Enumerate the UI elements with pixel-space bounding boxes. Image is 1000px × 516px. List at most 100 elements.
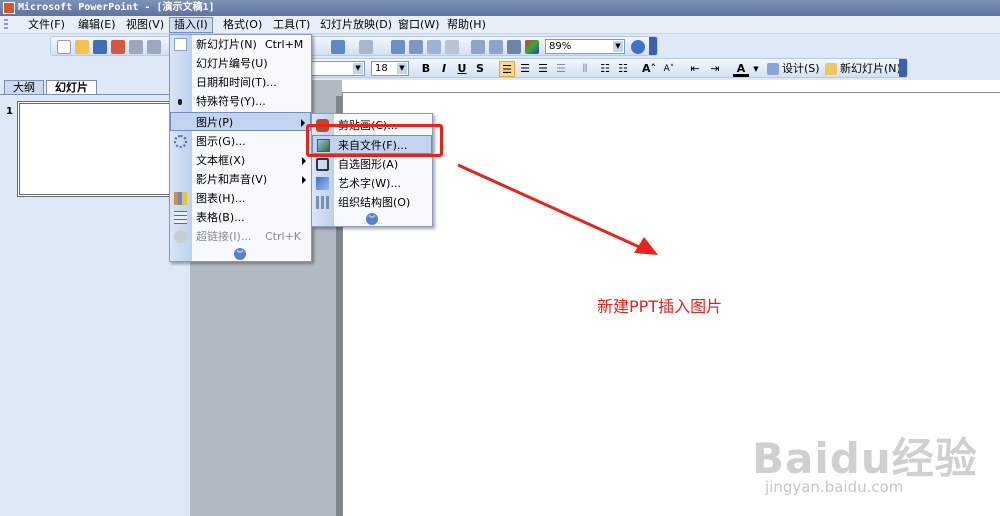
align-left-icon: ☰ (502, 63, 512, 76)
watermark-url: jingyan.baidu.com (765, 478, 904, 496)
decrease-font-button[interactable]: A˅ (661, 61, 677, 77)
shadow-button[interactable]: S (473, 61, 487, 77)
insert-menu: 新幻灯片(N) Ctrl+M 幻灯片编号(U) 日期和时间(T)... 特殊符号… (169, 34, 312, 262)
increase-indent-button[interactable]: ⇥ (707, 61, 723, 77)
menu-item-hyperlink[interactable]: 超链接(I)... Ctrl+K (170, 227, 311, 246)
permission-icon[interactable] (111, 40, 125, 54)
autoshape-icon (316, 158, 329, 171)
italic-button[interactable]: I (437, 61, 451, 77)
design-button[interactable]: 设计(S) (767, 61, 820, 77)
comma-icon (178, 99, 182, 105)
chevron-right-icon (302, 176, 306, 184)
toolbar-options-icon[interactable] (899, 59, 907, 77)
underline-button[interactable]: U (455, 61, 469, 77)
new-slide-button[interactable]: 新幻灯片(N) (825, 61, 901, 77)
watermark-logo: Baidu经验 (752, 434, 978, 483)
save-icon[interactable] (93, 40, 107, 54)
menubar-grip-icon[interactable] (4, 19, 8, 31)
menu-item-chart[interactable]: 图表(H)... (170, 189, 311, 208)
expand-all-icon[interactable] (471, 40, 485, 54)
font-name-select[interactable]: ▼ (311, 61, 365, 76)
menu-format[interactable]: 格式(O) (219, 17, 266, 33)
menu-item-picture[interactable]: 图片(P) (170, 112, 311, 131)
menu-slideshow[interactable]: 幻灯片放映(D) (316, 17, 396, 33)
chevron-right-icon (302, 157, 306, 165)
org-chart-icon (316, 196, 329, 209)
numbering-button[interactable]: ☷ (597, 61, 613, 77)
menu-file[interactable]: 文件(F) (24, 17, 69, 33)
menu-insert[interactable]: 插入(I) (169, 17, 213, 33)
menu-item-movies-sounds[interactable]: 影片和声音(V) (170, 170, 311, 189)
justify-button[interactable]: ☰ (553, 61, 569, 77)
tables-borders-icon[interactable] (427, 40, 441, 54)
decrease-indent-button[interactable]: ⇤ (687, 61, 703, 77)
menu-item-symbol[interactable]: 特殊符号(Y)... (170, 92, 311, 111)
menu-item-diagram[interactable]: 图示(G)... (170, 132, 311, 151)
menu-item-autoshapes[interactable]: 自选图形(A) (312, 155, 432, 174)
slide-number: 1 (6, 106, 13, 117)
open-folder-icon[interactable] (75, 40, 89, 54)
align-center-button[interactable]: ☰ (517, 61, 533, 77)
undo-icon[interactable] (331, 40, 345, 54)
color-grayscale-icon[interactable] (525, 40, 539, 54)
design-icon (767, 63, 779, 75)
tab-slides[interactable]: 幻灯片 (46, 80, 97, 95)
menu-window[interactable]: 窗口(W) (394, 17, 443, 33)
arrow-shaft (457, 163, 647, 252)
insert-table-icon[interactable] (409, 40, 423, 54)
menu-edit[interactable]: 编辑(E) (74, 17, 120, 33)
window-title: Microsoft PowerPoint - [演示文稿1] (18, 2, 215, 13)
zoom-select[interactable]: 89% ▼ (545, 39, 625, 54)
font-color-button[interactable]: A (733, 61, 749, 77)
print-icon[interactable] (129, 40, 143, 54)
decrease-font-icon: A˅ (663, 64, 675, 74)
expand-menu-icon[interactable]: ︾ (366, 213, 378, 225)
redo-icon[interactable] (359, 40, 373, 54)
align-left-button[interactable]: ☰ (499, 61, 515, 77)
chevron-down-icon[interactable]: ▼ (751, 61, 761, 77)
chevron-down-icon: ▼ (353, 63, 363, 74)
increase-indent-icon: ⇥ (710, 62, 720, 75)
new-document-icon[interactable] (57, 40, 71, 54)
menu-item-table[interactable]: 表格(B)... (170, 208, 311, 227)
table-icon (174, 211, 187, 224)
hyperlink-icon (174, 230, 187, 243)
menu-tools[interactable]: 工具(T) (269, 17, 314, 33)
slide-thumbnail[interactable] (17, 101, 185, 197)
formatting-toolbar: ▼ 18 ▼ B I U S ☰ ☰ ☰ ☰ ⦀ ☷ ☷ A˄ A˅ ⇤ ⇥ A… (310, 58, 908, 78)
bold-button[interactable]: B (419, 61, 433, 77)
menu-item-date-time[interactable]: 日期和时间(T)... (170, 73, 311, 92)
menu-item-wordart[interactable]: 艺术字(W)... (312, 174, 432, 193)
menu-view[interactable]: 视图(V) (122, 17, 168, 33)
help-icon[interactable] (631, 40, 645, 54)
insert-hyperlink-icon[interactable] (445, 40, 459, 54)
align-right-button[interactable]: ☰ (535, 61, 551, 77)
new-slide-icon (825, 63, 837, 75)
diagram-icon (174, 135, 187, 148)
justify-icon: ☰ (556, 62, 566, 75)
increase-font-button[interactable]: A˄ (641, 61, 657, 77)
toolbar-area: 89% ▼ ▼ 18 ▼ B I U S ☰ ☰ ☰ ☰ ⦀ ☷ ☷ A˄ A˅… (0, 34, 1000, 80)
menu-item-org-chart[interactable]: 组织结构图(O) (312, 193, 432, 212)
insert-chart-icon[interactable] (391, 40, 405, 54)
tab-outline[interactable]: 大纲 (4, 80, 44, 95)
menu-item-new-slide[interactable]: 新幻灯片(N) Ctrl+M (170, 35, 311, 54)
tab-divider (0, 94, 190, 95)
print-preview-icon[interactable] (147, 40, 161, 54)
expand-menu-icon[interactable]: ︾ (234, 248, 246, 260)
menu-item-textbox[interactable]: 文本框(X) (170, 151, 311, 170)
chevron-down-icon: ▼ (397, 63, 407, 74)
bullets-button[interactable]: ☷ (615, 61, 631, 77)
columns-button[interactable]: ⦀ (577, 61, 593, 77)
show-grid-icon[interactable] (507, 40, 521, 54)
numbering-icon: ☷ (600, 62, 610, 75)
menu-help[interactable]: 帮助(H) (443, 17, 490, 33)
powerpoint-app-icon[interactable] (3, 2, 15, 14)
menu-item-slide-number[interactable]: 幻灯片编号(U) (170, 54, 311, 73)
annotation-arrow (457, 163, 658, 255)
chart-icon (174, 192, 187, 205)
show-formatting-icon[interactable] (489, 40, 503, 54)
toolbar-options-icon[interactable] (649, 37, 657, 55)
columns-icon: ⦀ (582, 62, 588, 75)
font-size-select[interactable]: 18 ▼ (371, 61, 409, 76)
